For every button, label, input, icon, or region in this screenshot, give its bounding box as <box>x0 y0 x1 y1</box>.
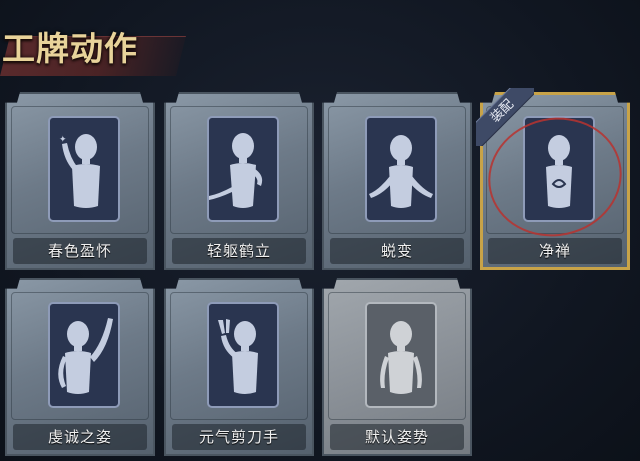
action-portrait-icon <box>363 300 439 410</box>
card-label: 春色盈怀 <box>13 238 147 264</box>
page-title: 工牌动作 <box>2 29 138 68</box>
action-card-6[interactable]: 元气剪刀手 <box>164 278 314 456</box>
card-label: 元气剪刀手 <box>172 424 306 450</box>
action-portrait-icon <box>363 114 439 224</box>
action-portrait-icon <box>205 300 281 410</box>
equipped-badge: 装配 <box>476 88 534 146</box>
action-portrait-icon: ✦ <box>46 114 122 224</box>
action-card-7[interactable]: 默认姿势 <box>322 278 472 456</box>
action-card-3[interactable]: 蜕变 <box>322 92 472 270</box>
card-label: 虔诚之姿 <box>13 424 147 450</box>
svg-text:✦: ✦ <box>59 135 67 145</box>
action-card-4[interactable]: 装配 净禅 <box>476 88 633 270</box>
card-label: 净禅 <box>488 238 622 264</box>
title-bar: 工牌动作 <box>0 12 186 78</box>
card-label: 默认姿势 <box>330 424 464 450</box>
card-label: 轻躯鹤立 <box>172 238 306 264</box>
card-label: 蜕变 <box>330 238 464 264</box>
action-portrait-icon <box>46 300 122 410</box>
action-card-5[interactable]: 虔诚之姿 <box>5 278 155 456</box>
action-portrait-icon <box>205 114 281 224</box>
action-card-2[interactable]: 轻躯鹤立 <box>164 92 314 270</box>
action-card-1[interactable]: ✦ 春色盈怀 <box>5 92 155 270</box>
